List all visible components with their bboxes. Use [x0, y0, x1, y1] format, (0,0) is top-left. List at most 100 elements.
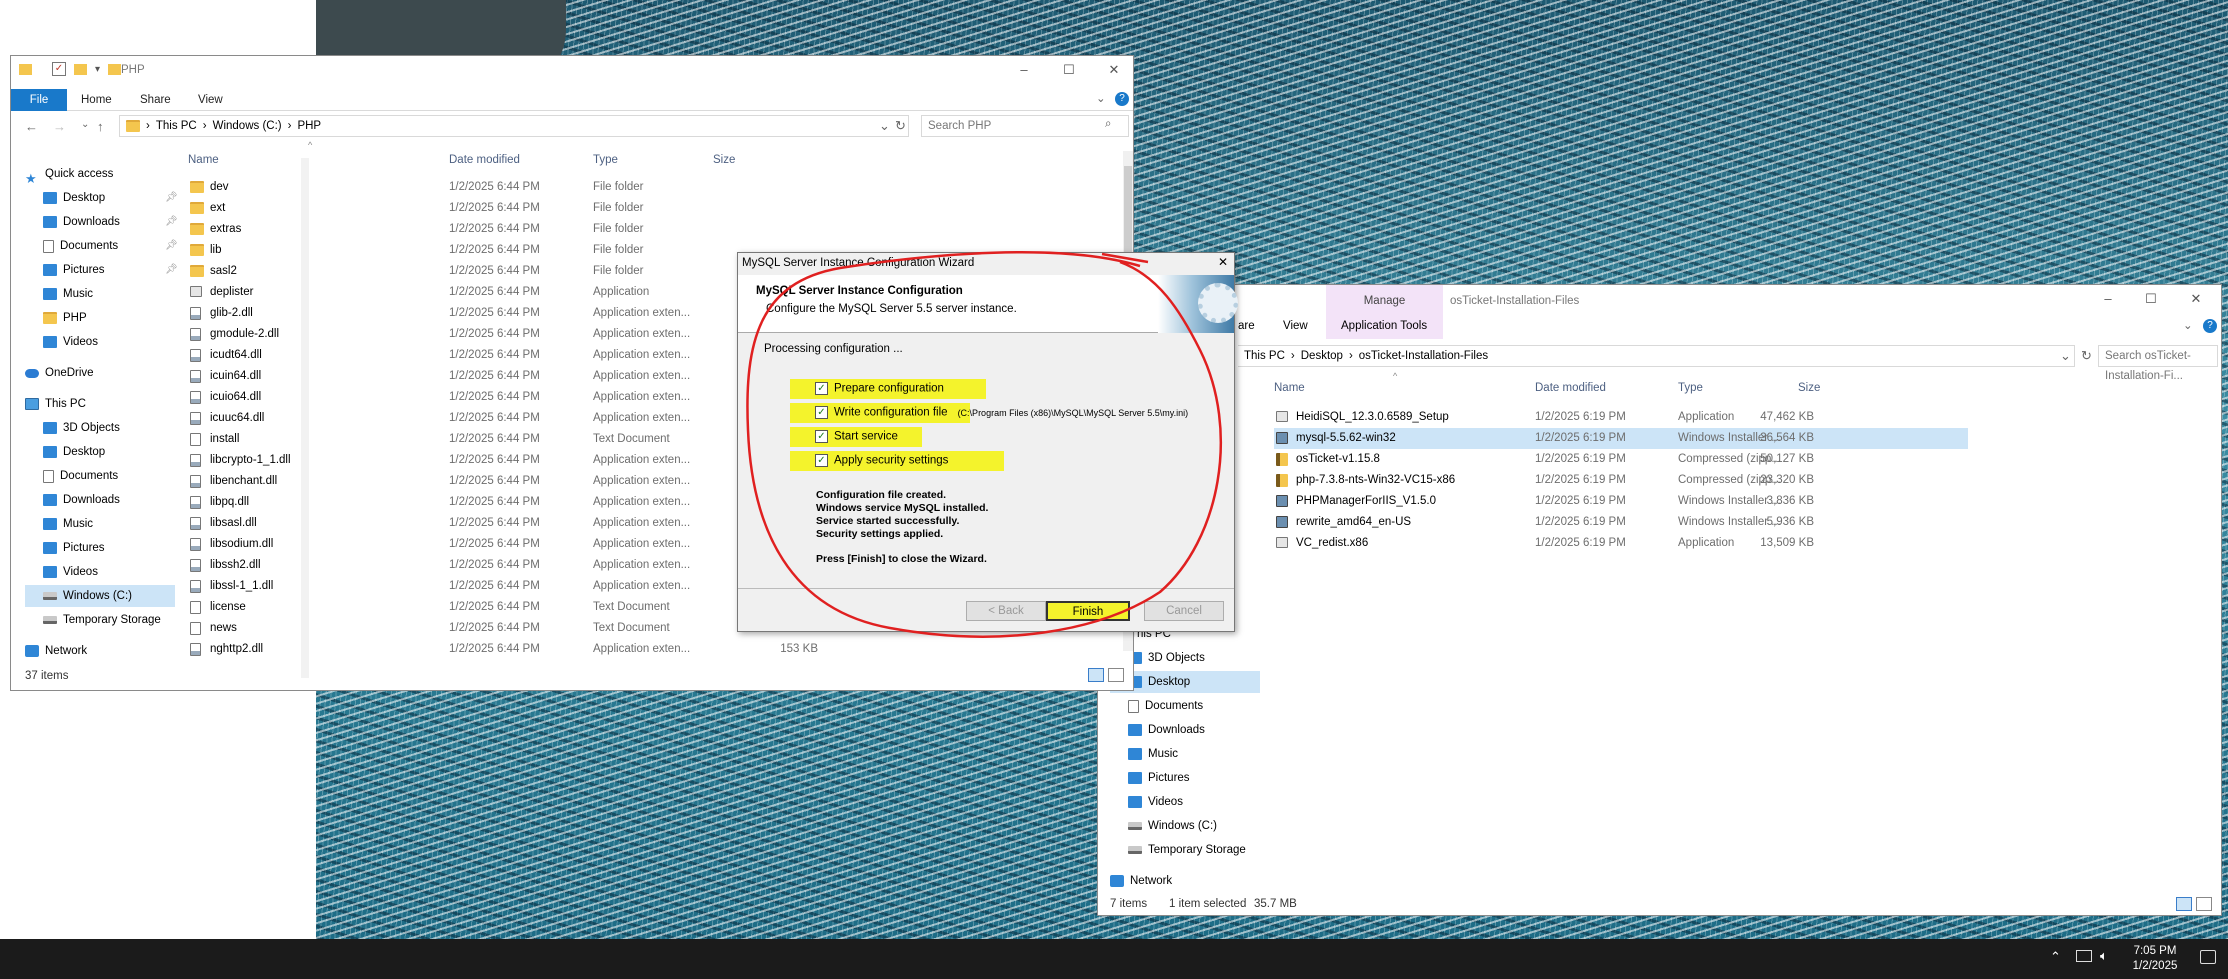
breadcrumb-this-pc[interactable]: This PC: [156, 120, 197, 132]
search-icon[interactable]: ⌕: [1105, 118, 1111, 131]
ribbon-tab-home[interactable]: Home: [81, 89, 112, 111]
breadcrumb-windows-c[interactable]: Windows (C:): [213, 120, 282, 132]
sidebar-item-windows-c[interactable]: Windows (C:): [1110, 815, 1217, 837]
sidebar-item-temporary-storage[interactable]: Temporary Storage: [25, 609, 161, 631]
ribbon-tab-application-tools[interactable]: Application Tools: [1341, 320, 1427, 332]
sidebar-item-documents[interactable]: Documents: [25, 465, 118, 487]
manage-tab[interactable]: Manage: [1326, 295, 1443, 307]
sidebar-item-videos[interactable]: Videos: [25, 561, 98, 583]
properties-check-icon[interactable]: ✓: [52, 62, 66, 76]
sidebar-item-pictures[interactable]: Pictures: [1110, 767, 1190, 789]
sidebar-item-temporary-storage[interactable]: Temporary Storage: [1110, 839, 1246, 861]
sidebar-item-documents[interactable]: Documents: [1110, 695, 1203, 717]
volume-icon[interactable]: 🔈︎: [2100, 948, 2108, 964]
table-row[interactable]: php-7.3.8-nts-Win32-VC15-x86 1/2/2025 6:1…: [1274, 470, 1968, 491]
sidebar-item-downloads[interactable]: Downloads: [25, 489, 120, 511]
sidebar-item-label: Music: [1148, 748, 1179, 760]
search-input[interactable]: Search PHP: [921, 115, 1129, 137]
ribbon-toggle-chevron-icon[interactable]: ⌄: [1096, 91, 1106, 105]
maximize-button[interactable]: ☐: [1059, 62, 1079, 78]
sidebar-item-downloads[interactable]: Downloads 📌︎: [25, 211, 178, 233]
sidebar-item-desktop[interactable]: Desktop: [25, 441, 105, 463]
qat-dropdown-icon[interactable]: ▾: [95, 64, 100, 75]
search-input[interactable]: Search osTicket-Installation-Fi...: [2098, 345, 2218, 382]
table-row[interactable]: rewrite_amd64_en-US 1/2/2025 6:19 PM Windo…: [1274, 512, 1968, 533]
network-tray-icon[interactable]: [2076, 950, 2092, 962]
breadcrumb-folder[interactable]: osTicket-Installation-Files: [1359, 350, 1488, 362]
back-arrow-icon[interactable]: ←: [25, 119, 38, 134]
sidebar-item-this-pc[interactable]: This PC: [25, 393, 86, 415]
column-date[interactable]: Date modified: [449, 148, 520, 172]
sidebar-item-onedrive[interactable]: OneDrive: [25, 362, 94, 384]
dll-icon: [190, 496, 201, 509]
up-arrow-icon[interactable]: ↑: [97, 119, 104, 134]
minimize-button[interactable]: –: [2098, 291, 2118, 307]
show-hidden-icons-chevron-icon[interactable]: ⌃: [2050, 949, 2061, 965]
help-icon[interactable]: ?: [1115, 92, 1129, 106]
column-type[interactable]: Type: [1678, 376, 1703, 400]
details-view-icon[interactable]: [1088, 668, 1104, 682]
quick-access-folder-icon[interactable]: [19, 64, 32, 75]
breadcrumb-desktop[interactable]: Desktop: [1301, 350, 1343, 362]
column-size[interactable]: Size: [1798, 376, 1820, 400]
table-row[interactable]: osTicket-v1.15.8 1/2/2025 6:19 PM Compress…: [1274, 449, 1968, 470]
forward-arrow-icon[interactable]: →: [53, 119, 66, 134]
taskbar: ⌃ 🔈︎ 7:05 PM 1/2/2025: [0, 939, 2228, 979]
sidebar-item-network[interactable]: Network: [1110, 870, 1172, 892]
column-type[interactable]: Type: [593, 148, 618, 172]
address-dropdown-icon[interactable]: ⌄: [2060, 348, 2071, 364]
ribbon-tab-view[interactable]: View: [1283, 320, 1308, 332]
breadcrumb-php[interactable]: PHP: [297, 120, 321, 132]
sidebar-item-pictures[interactable]: Pictures 📌︎: [25, 259, 178, 281]
ribbon-tab-file[interactable]: File: [11, 89, 67, 111]
table-row[interactable]: ext 1/2/2025 6:44 PM File folder: [188, 198, 1088, 219]
sidebar-item-quick-access[interactable]: ★ Quick access: [25, 163, 113, 186]
table-row[interactable]: PHPManagerForIIS_V1.5.0 1/2/2025 6:19 PM W…: [1274, 491, 1968, 512]
ribbon-tab-share[interactable]: Share: [140, 89, 171, 111]
large-icons-view-icon[interactable]: [1108, 668, 1124, 682]
sidebar-item-network[interactable]: Network: [25, 640, 87, 662]
help-icon[interactable]: ?: [2203, 319, 2217, 333]
address-bar[interactable]: This PC › Desktop › osTicket-Installatio…: [1238, 345, 2075, 367]
details-view-icon[interactable]: [2176, 897, 2192, 911]
column-date[interactable]: Date modified: [1535, 376, 1606, 400]
large-icons-view-icon[interactable]: [2196, 897, 2212, 911]
recent-dropdown-icon[interactable]: ⌄: [81, 119, 89, 130]
sidebar-item-3d-objects[interactable]: 3D Objects: [25, 417, 120, 439]
table-row[interactable]: HeidiSQL_12.3.0.6589_Setup 1/2/2025 6:19 …: [1274, 407, 1968, 428]
sidebar-item-php[interactable]: PHP: [25, 307, 87, 329]
sidebar-item-music[interactable]: Music: [25, 283, 93, 305]
minimize-button[interactable]: –: [1014, 62, 1034, 78]
ribbon-tab-view[interactable]: View: [198, 89, 223, 111]
column-size[interactable]: Size: [713, 148, 735, 172]
sidebar-item-downloads[interactable]: Downloads: [1110, 719, 1205, 741]
sidebar-item-desktop[interactable]: Desktop 📌︎: [25, 187, 178, 209]
sidebar-item-windows-c[interactable]: Windows (C:): [25, 585, 175, 607]
sidebar-item-pictures[interactable]: Pictures: [25, 537, 105, 559]
refresh-icon[interactable]: ↻: [2081, 348, 2092, 364]
maximize-button[interactable]: ☐: [2141, 291, 2161, 307]
music-icon: [43, 518, 57, 530]
sidebar-item-music[interactable]: Music: [25, 513, 93, 535]
sidebar-item-videos[interactable]: Videos: [25, 331, 98, 353]
new-folder-icon[interactable]: [74, 64, 87, 75]
table-row[interactable]: extras 1/2/2025 6:44 PM File folder: [188, 219, 1088, 240]
notifications-icon[interactable]: [2200, 950, 2216, 964]
close-button[interactable]: ✕: [2186, 291, 2206, 307]
clock[interactable]: 7:05 PM 1/2/2025: [2120, 944, 2190, 974]
column-name[interactable]: Name: [188, 148, 219, 172]
close-button[interactable]: ✕: [1104, 62, 1124, 78]
address-dropdown-icon[interactable]: ⌄: [879, 118, 890, 134]
address-bar[interactable]: › This PC › Windows (C:) › PHP: [119, 115, 909, 137]
sidebar-item-documents[interactable]: Documents 📌︎: [25, 235, 178, 257]
sidebar-item-music[interactable]: Music: [1110, 743, 1178, 765]
sidebar-item-videos[interactable]: Videos: [1110, 791, 1183, 813]
ribbon-toggle-chevron-icon[interactable]: ⌄: [2183, 318, 2193, 332]
dll-icon: [190, 328, 201, 341]
table-row[interactable]: mysql-5.5.62-win32 1/2/2025 6:19 PM Window…: [1274, 428, 1968, 449]
refresh-icon[interactable]: ↻: [895, 118, 906, 134]
nav-scrollbar[interactable]: [301, 158, 309, 678]
table-row[interactable]: dev 1/2/2025 6:44 PM File folder: [188, 177, 1088, 198]
table-row[interactable]: VC_redist.x86 1/2/2025 6:19 PM Application…: [1274, 533, 1968, 554]
column-name[interactable]: Name: [1274, 376, 1305, 400]
